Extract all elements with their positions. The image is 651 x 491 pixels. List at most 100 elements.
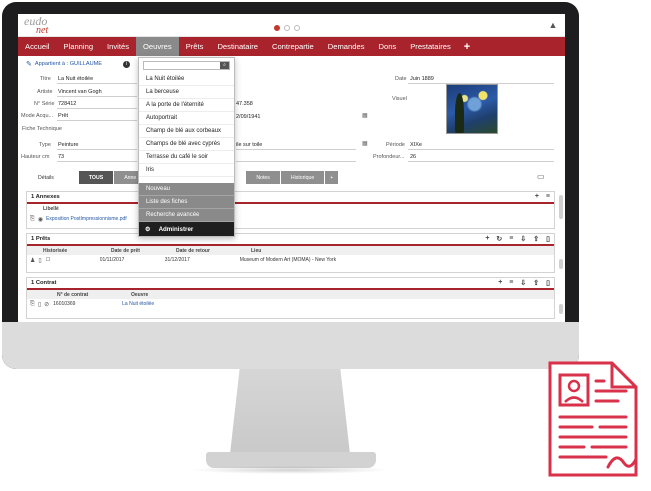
contrat-row[interactable]: ⎘ ▯ ⊘ 16010369 La Nuit étoilée (27, 299, 554, 309)
dropdown-item[interactable]: Terrasse du café le soir (139, 151, 234, 164)
dropdown-item[interactable]: Champs de blé avec cyprès (139, 138, 234, 151)
periode-value[interactable]: XIXe (410, 142, 422, 148)
fiche-technique-label[interactable]: Fiche Technique (22, 126, 62, 132)
gear-icon: ⚙ (145, 225, 151, 233)
copy-icon[interactable]: ⎘ (27, 301, 35, 308)
person-icon[interactable]: ♟ (27, 257, 35, 264)
mid-underline (236, 161, 356, 162)
dot-3[interactable] (294, 25, 300, 31)
col-date-retour[interactable]: Date de retour (172, 248, 247, 254)
nav-demandes[interactable]: Demandes (321, 37, 372, 56)
nav-dons[interactable]: Dons (372, 37, 404, 56)
eudonet-logo[interactable]: eudo net (24, 15, 49, 36)
nav-contrepartie[interactable]: Contrepartie (265, 37, 321, 56)
dropdown-action-recherche[interactable]: Recherche avancée (139, 209, 234, 222)
nav-accueil[interactable]: Accueil (18, 37, 56, 56)
dropdown-item[interactable]: La Nuit étoilée (139, 73, 234, 86)
profondeur-label: Profondeur... (373, 154, 405, 160)
filter-icon[interactable]: ≡ (546, 193, 550, 200)
serie-value[interactable]: 728412 (58, 101, 76, 107)
administrer-button[interactable]: ⚙ Administrer (139, 222, 234, 236)
refresh-icon[interactable]: ↻ (496, 235, 502, 243)
col-date-pret[interactable]: Date de prêt (107, 248, 172, 254)
logo-bottom: net (36, 25, 49, 36)
tab-add[interactable]: + (325, 171, 339, 184)
hauteur-underline (57, 161, 137, 162)
contrat-oeuvre-link[interactable]: La Nuit étoilée (118, 301, 154, 307)
support-value[interactable]: ile sur toile (236, 142, 262, 148)
mode-label: Mode Acqu... (21, 113, 54, 119)
col-oeuvre[interactable]: Oeuvre (127, 292, 148, 298)
contrat-number: 16010369 (53, 301, 76, 307)
calendar-icon[interactable]: ▦ (362, 112, 368, 119)
libelle-col[interactable]: Libellé (27, 206, 59, 212)
mid-value-1[interactable]: 47.358 (236, 101, 253, 107)
mode-value[interactable]: Prêt (58, 113, 68, 119)
dropdown-search-input[interactable]: ⌕ (143, 61, 230, 70)
add-icon[interactable]: + (498, 279, 502, 287)
col-lieu[interactable]: Lieu (247, 248, 261, 254)
layout-icon[interactable]: ▭ (537, 172, 545, 181)
document-icon[interactable]: ▯ (546, 279, 550, 287)
mid-value-2[interactable]: 2/09/1941 (236, 114, 260, 120)
dot-1[interactable] (274, 25, 280, 31)
hauteur-value[interactable]: 73 (58, 154, 64, 160)
artwork-thumbnail[interactable] (446, 84, 498, 134)
document-icon[interactable]: ▯ (546, 235, 550, 243)
dropdown-item[interactable]: Autoportrait (139, 112, 234, 125)
artiste-value[interactable]: Vincent van Gogh (58, 89, 102, 95)
dropdown-action-nouveau[interactable]: Nouveau (139, 183, 234, 196)
nav-add-button[interactable]: + (458, 37, 476, 56)
dropdown-action-liste[interactable]: Liste des fiches (139, 196, 234, 209)
type-value[interactable]: Peinture (58, 142, 79, 148)
add-icon[interactable]: + (485, 235, 489, 243)
attachment-icon[interactable]: ⎘ (27, 216, 35, 223)
nav-prestataires[interactable]: Prestataires (403, 37, 458, 56)
info-icon[interactable]: i (123, 60, 131, 68)
administrer-label: Administrer (158, 225, 194, 233)
tab-tous[interactable]: TOUS (78, 171, 114, 184)
contrat-tools: + ≡ ⇩ ⇪ ▯ (498, 279, 550, 287)
add-icon[interactable]: + (535, 193, 539, 200)
eye-icon[interactable]: ◉ (35, 216, 43, 223)
col-contrat[interactable]: N° de contrat (27, 292, 127, 298)
nav-destinataire[interactable]: Destinataire (210, 37, 265, 56)
prets-scrollbar[interactable] (559, 259, 563, 269)
import-icon[interactable]: ⇪ (533, 235, 539, 243)
filter-icon[interactable]: ≡ (509, 279, 513, 287)
date-value[interactable]: Juin 1889 (410, 76, 434, 82)
col-historisee[interactable]: Historisée (27, 248, 107, 254)
annexe-file-link[interactable]: Exposition PostImpressionnisme.pdf (43, 216, 127, 222)
dropdown-item[interactable]: A la porte de l'éternité (139, 99, 234, 112)
annexes-scrollbar[interactable] (559, 195, 563, 219)
artiste-underline (57, 96, 137, 97)
monitor-chin (2, 322, 579, 369)
titre-value[interactable]: La Nuit étoilée (58, 76, 93, 82)
annexes-row[interactable]: ⎘ ◉ Exposition PostImpressionnisme.pdf (27, 214, 554, 224)
nav-oeuvres[interactable]: Oeuvres (136, 37, 179, 56)
profondeur-value[interactable]: 26 (410, 154, 416, 160)
pin-icon[interactable]: ✎ (26, 60, 32, 68)
attachment-icon[interactable]: ⊘ (41, 301, 49, 308)
dropdown-item[interactable]: Champ de blé aux corbeaux (139, 125, 234, 138)
nav-prets[interactable]: Prêts (179, 37, 211, 56)
tab-historique[interactable]: Historique (280, 171, 325, 184)
export-icon[interactable]: ⇩ (520, 279, 526, 287)
filter-icon[interactable]: ≡ (509, 235, 513, 243)
dropdown-item[interactable]: Iris (139, 164, 234, 177)
nav-planning[interactable]: Planning (56, 37, 100, 56)
dot-2[interactable] (284, 25, 290, 31)
export-icon[interactable]: ⇩ (520, 235, 526, 243)
prets-row[interactable]: ♟ ▯ ☐ 01/11/2017 31/12/2017 Museum of Mo… (27, 255, 554, 265)
app-header: eudo net ▲ (18, 14, 565, 37)
search-icon[interactable]: ⌕ (220, 62, 229, 69)
tab-details[interactable]: Détails (28, 171, 64, 184)
calendar-icon-2[interactable]: ▦ (362, 140, 368, 147)
nav-invites[interactable]: Invités (100, 37, 136, 56)
import-icon[interactable]: ⇪ (533, 279, 539, 287)
tab-notes[interactable]: Notes (246, 171, 280, 184)
dropdown-item[interactable]: La berceuse (139, 86, 234, 99)
contrat-scrollbar[interactable] (559, 304, 563, 314)
bell-icon[interactable]: ▲ (548, 20, 558, 30)
owner-text[interactable]: Appartient à : GUILLAUME (35, 61, 102, 67)
